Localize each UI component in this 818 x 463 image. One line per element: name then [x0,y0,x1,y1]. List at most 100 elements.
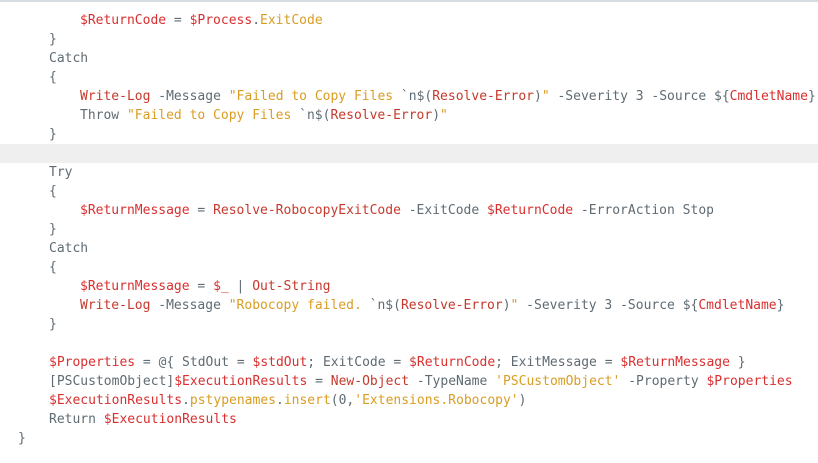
code-token: " [541,89,550,104]
code-token: "Failed to Copy Files [126,108,300,123]
code-token: -Severity 3 -Source ${ [549,89,730,104]
code-line[interactable]: } [0,125,818,144]
code-line[interactable]: $ExecutionResults.pstypenames.insert(0,'… [0,391,818,410]
code-token: } [729,355,746,370]
code-token: 'PSCustomObject' [495,374,621,389]
code-token: } [49,222,57,237]
code-token: Write-Log [80,89,151,104]
code-token: "Robocopy failed. [228,298,370,313]
code-token: Resolve-Error [330,108,433,123]
code-token: ) [518,393,527,408]
code-token: } [807,89,816,104]
code-token: 'Extensions.Robocopy' [354,393,519,408]
code-token: -Message [150,298,229,313]
code-token: Try [49,165,73,180]
code-token: -Property [620,374,707,389]
code-token: $ExecutionResults [49,393,183,408]
code-line[interactable] [0,334,818,353]
code-token: `n$( [299,108,331,123]
code-token: Resolve-RobocopyExitCode [213,203,401,218]
code-token: Resolve-Error [432,89,534,104]
code-token: . [275,393,284,408]
code-line[interactable]: Try [0,163,818,182]
code-line[interactable]: $ReturnCode = $Process.ExitCode [0,11,818,30]
code-token: CmdletName [698,298,777,313]
code-token: [PSCustomObject] [49,374,175,389]
code-token: ) [432,108,441,123]
code-line[interactable]: } [0,30,818,49]
code-token: $ReturnCode [80,13,167,28]
code-token: $ExecutionResults [174,374,308,389]
code-line[interactable]: } [0,220,818,239]
code-token: ExitCode [260,13,323,28]
highlighted-code-line[interactable] [0,144,818,163]
code-token: = [166,13,190,28]
code-token: `n$( [369,298,401,313]
code-token: -Message [150,89,229,104]
code-line[interactable]: Catch [0,239,818,258]
code-token: $Properties [706,374,793,389]
code-token: Return [49,412,104,427]
code-line[interactable]: $ReturnMessage = Resolve-RobocopyExitCod… [0,201,818,220]
code-token: -ExitCode [400,203,487,218]
code-token: ) [533,89,542,104]
code-token: " [440,108,448,123]
code-token: ; ExitMessage = [495,355,621,370]
code-token: -Severity 3 -Source ${ [518,298,699,313]
code-token: } [49,127,57,142]
code-line[interactable]: Return $ExecutionResults [0,410,818,429]
code-token: $ReturnCode [487,203,574,218]
code-line[interactable]: Write-Log -Message "Failed to Copy Files… [0,87,818,106]
code-token: $Properties [49,355,136,370]
code-token: { [49,260,57,275]
code-token: `n$( [400,89,433,104]
code-token: Catch [49,241,89,256]
code-token: { [49,184,57,199]
code-editor[interactable]: $ReturnCode = $Process.ExitCode} Catch{Wr… [0,11,818,448]
code-token: } [776,298,785,313]
code-token: $ReturnMessage [620,355,730,370]
code-line[interactable]: { [0,68,818,87]
code-line[interactable]: Throw "Failed to Copy Files `n$(Resolve-… [0,106,818,125]
code-line[interactable]: } [0,315,818,334]
code-token: { [49,70,57,85]
code-token: $_ [213,279,229,294]
code-line[interactable]: $ReturnMessage = $_ | Out-String [0,277,818,296]
code-token: pstypenames [189,393,276,408]
code-token: Out-String [252,279,331,294]
code-token: | [228,279,253,294]
code-line[interactable]: { [0,182,818,201]
code-token: ) [502,298,511,313]
code-token: } [49,317,57,332]
code-token: CmdletName [729,89,808,104]
code-line[interactable]: Write-Log -Message "Robocopy failed. `n$… [0,296,818,315]
code-token: $ReturnMessage [80,203,190,218]
code-token: insert [283,393,331,408]
code-line[interactable]: Catch [0,49,818,68]
code-token: $ReturnMessage [80,279,190,294]
code-token: New-Object [330,374,410,389]
code-token: . [182,393,190,408]
code-line[interactable]: } [0,429,818,448]
code-line[interactable]: [PSCustomObject]$ExecutionResults = New-… [0,372,818,391]
code-token: Throw [80,108,127,123]
code-token: Write-Log [80,298,151,313]
code-token: $ExecutionResults [103,412,237,427]
code-token: Catch [49,51,89,66]
code-token: } [49,32,57,47]
code-token: -ErrorAction Stop [573,203,714,218]
code-token: (0, [330,393,355,408]
code-token: = @{ StdOut = [135,355,253,370]
code-token: $ReturnCode [409,355,496,370]
code-token: "Failed to Copy Files [228,89,401,104]
code-token: Resolve-Error [400,298,503,313]
code-token: $stdOut [252,355,308,370]
code-line[interactable]: { [0,258,818,277]
code-line[interactable]: $Properties = @{ StdOut = $stdOut; ExitC… [0,353,818,372]
code-token: $Process [189,13,253,28]
code-token: . [252,13,261,28]
code-token: = [189,279,214,294]
code-token: -TypeName [409,374,496,389]
code-token: = [307,374,331,389]
code-token: } [18,431,26,446]
